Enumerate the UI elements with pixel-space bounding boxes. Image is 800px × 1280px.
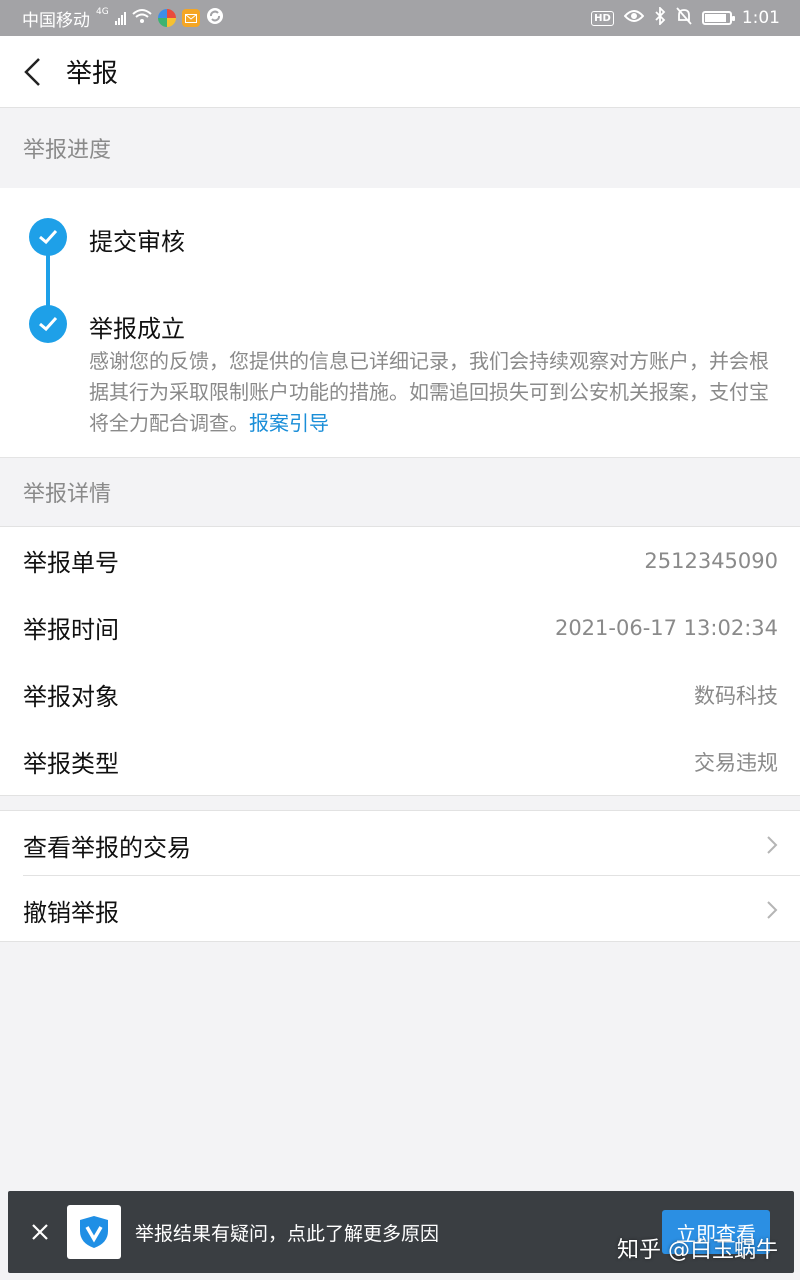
banner-text: 举报结果有疑问，点此了解更多原因: [135, 1222, 440, 1245]
detail-row: 举报对象 数码科技: [0, 661, 800, 728]
bluetooth-icon: [654, 5, 666, 30]
step-description: 感谢您的反馈，您提供的信息已详细记录，我们会持续观察对方账户，并会根据其行为采取…: [89, 346, 769, 439]
step-title: 举报成立: [89, 315, 185, 343]
description-text: 感谢您的反馈，您提供的信息已详细记录，我们会持续观察对方账户，并会根据其行为采取…: [89, 349, 769, 435]
page-title: 举报: [66, 59, 119, 89]
clock: 1:01: [741, 8, 780, 28]
app-header: 举报: [0, 36, 800, 108]
step-title: 提交审核: [89, 228, 185, 256]
detail-key: 举报类型: [23, 750, 119, 778]
sync-icon: [206, 7, 224, 30]
shield-logo-icon: [67, 1205, 121, 1259]
chevron-right-icon: [767, 836, 778, 854]
detail-value: 交易违规: [694, 750, 778, 775]
detail-row: 举报单号 2512345090: [0, 527, 800, 594]
app-notification-icon: [157, 9, 176, 27]
step-connector: [46, 254, 50, 306]
mail-icon: [181, 9, 200, 27]
detail-value: 2512345090: [644, 548, 778, 573]
close-button[interactable]: [8, 1191, 72, 1273]
status-bar: 中国移动 4G HD 1:01: [0, 0, 800, 36]
detail-row: 举报时间 2021-06-17 13:02:34: [0, 594, 800, 661]
chevron-left-icon: [24, 57, 40, 86]
back-button[interactable]: [0, 36, 64, 108]
close-icon: [32, 1224, 48, 1240]
details-section-label: 举报详情: [23, 482, 112, 507]
view-reported-transaction-item[interactable]: 查看举报的交易: [0, 812, 800, 878]
detail-value: 2021-06-17 13:02:34: [554, 615, 778, 640]
detail-key: 举报对象: [23, 683, 119, 711]
details-card: 举报单号 2512345090 举报时间 2021-06-17 13:02:34…: [0, 526, 800, 796]
watermark: 知乎 @白玉蜗牛: [617, 1238, 778, 1263]
detail-row: 举报类型 交易违规: [0, 728, 800, 795]
actions-card: 查看举报的交易 撤销举报: [0, 810, 800, 942]
mute-bell-icon: [676, 6, 692, 30]
divider: [23, 875, 800, 876]
detail-key: 举报单号: [23, 549, 119, 577]
signal-icon: [114, 11, 126, 25]
detail-key: 举报时间: [23, 616, 119, 644]
wifi-icon: [132, 8, 152, 29]
carrier-label: 中国移动: [22, 10, 90, 31]
revoke-report-item[interactable]: 撤销举报: [0, 877, 800, 943]
chevron-right-icon: [767, 901, 778, 919]
hd-icon: HD: [591, 10, 614, 26]
battery-icon: [701, 11, 735, 25]
report-guide-link[interactable]: 报案引导: [249, 411, 329, 435]
progress-section-label: 举报进度: [23, 138, 112, 163]
eye-icon: [623, 8, 645, 28]
step-complete-icon: [29, 305, 67, 343]
action-label: 撤销举报: [23, 898, 119, 927]
step-complete-icon: [29, 218, 67, 256]
network-type: 4G: [96, 7, 109, 17]
detail-value: 数码科技: [694, 683, 778, 708]
action-label: 查看举报的交易: [23, 833, 191, 862]
